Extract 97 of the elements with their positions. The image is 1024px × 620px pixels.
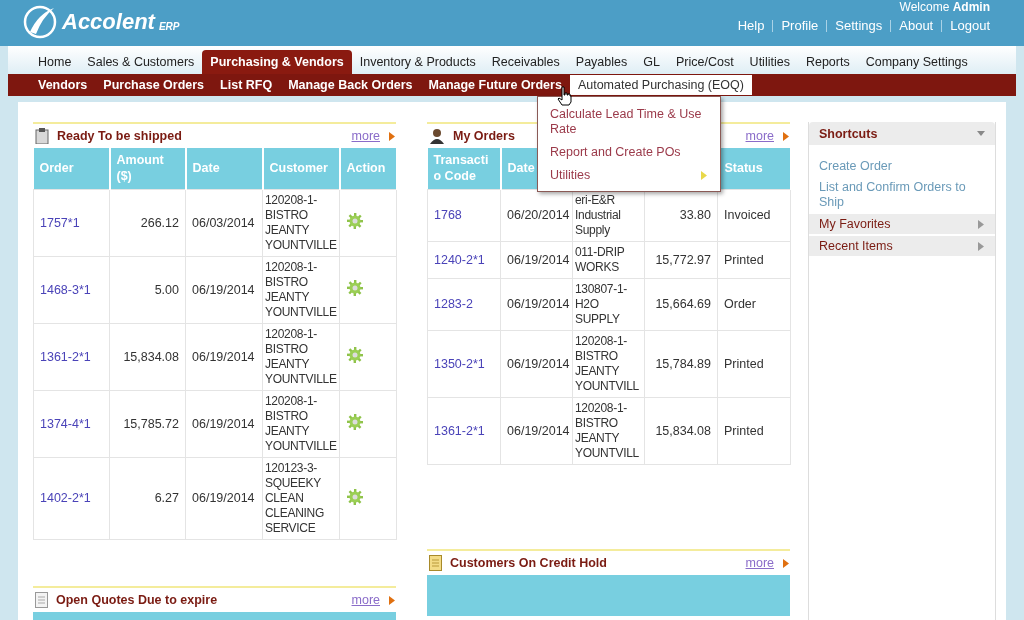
document-icon [35, 592, 48, 608]
column-header: Amount ($) [109, 148, 186, 190]
more-link[interactable]: more [745, 129, 774, 143]
order-link[interactable]: 1283-2 [434, 297, 473, 311]
menu-tab[interactable]: Price/Cost [667, 50, 742, 74]
table-cell: 6.27 [109, 457, 186, 540]
sidebar-section[interactable]: My Favorites [809, 214, 995, 234]
menu-tab[interactable]: Receivables [483, 50, 568, 74]
panel-title: Customers On Credit Hold [450, 556, 608, 570]
gear-icon[interactable] [346, 487, 364, 506]
menu-tab[interactable]: GL [635, 50, 668, 74]
order-link[interactable]: 1468-3*1 [40, 282, 91, 297]
table-cell: 06/19/2014 [185, 390, 263, 458]
menu-tab[interactable]: Home [30, 50, 80, 74]
submenu-item[interactable]: Vendors [30, 75, 96, 95]
order-link[interactable]: 1350-2*1 [434, 356, 485, 371]
logo-icon [22, 4, 58, 40]
notepad-icon [429, 555, 442, 571]
menu-tab[interactable]: Company Settings [857, 50, 976, 74]
table-cell: 06/19/2014 [500, 278, 573, 331]
shortcuts-title: Shortcuts [819, 126, 878, 141]
column-header: Order [33, 148, 110, 190]
arrow-icon [388, 131, 396, 141]
table-cell: Order [717, 278, 791, 331]
table-cell: 06/03/2014 [185, 189, 263, 257]
order-link[interactable]: 1402-2*1 [40, 491, 91, 505]
table-cell: 06/19/2014 [500, 330, 573, 398]
table-cell: 266.12 [109, 189, 186, 257]
column-header: Date [185, 148, 263, 190]
table-cell: Invoiced [717, 189, 791, 242]
order-link[interactable]: 1374-4*1 [40, 416, 91, 431]
table-cell: 120208-1-BISTRO JEANTY YOUNTVILLE [262, 323, 340, 391]
table-cell: 120123-3-SQUEEKY CLEAN CLEANING SERVICE [262, 457, 340, 540]
menu-tab[interactable]: Utilities [741, 50, 798, 74]
menu-tab[interactable]: Reports [797, 50, 858, 74]
table-cell: 120208-1-BISTRO JEANTY YOUNTVILL [572, 397, 645, 465]
column-header: Transactio Code [427, 148, 501, 190]
submenu-item[interactable]: Manage Back Orders [280, 75, 421, 95]
gear-icon[interactable] [346, 413, 364, 431]
table-cell: Printed [717, 397, 791, 465]
order-link[interactable]: 1361-2*1 [434, 423, 485, 438]
panel-title: Ready To be shipped [57, 129, 183, 143]
submenu-item[interactable]: Automated Purchasing (EOQ) [569, 75, 752, 95]
sidebar-section[interactable]: Recent Items [809, 236, 995, 256]
order-link[interactable]: 1361-2*1 [40, 349, 91, 364]
table-cell: 15,772.97 [644, 241, 718, 279]
gear-icon[interactable] [346, 279, 364, 297]
table-cell: 06/19/2014 [185, 323, 263, 391]
panel-title: Open Quotes Due to expire [56, 593, 219, 607]
gear-icon[interactable] [346, 212, 364, 230]
submenu-item[interactable]: List RFQ [212, 75, 281, 95]
more-link[interactable]: more [745, 556, 774, 570]
table-cell: 06/19/2014 [500, 397, 573, 465]
arrow-icon [782, 558, 790, 568]
menu-tab[interactable]: Inventory & Products [351, 50, 484, 74]
table-cell: Printed [717, 241, 791, 279]
welcome-text: Welcome Admin [899, 0, 990, 14]
order-link[interactable]: 1757*1 [40, 215, 80, 230]
arrow-icon [782, 131, 790, 141]
table-cell: 120208-1-BISTRO JEANTY YOUNTVILLE [262, 189, 340, 257]
logo-suffix: ERP [158, 20, 180, 32]
table-cell: 120208-1-BISTRO JEANTY YOUNTVILLE [262, 390, 340, 458]
caret-icon [977, 129, 985, 138]
more-link[interactable]: more [351, 593, 380, 607]
panel-title: My Orders [453, 129, 516, 143]
submenu-arrow-icon [700, 171, 708, 180]
table-cell: 15,664.69 [644, 278, 718, 331]
table-cell: 15,834.08 [644, 397, 718, 465]
table-cell: 011-DRIP WORKS [572, 241, 645, 279]
table-cell: 06/19/2014 [185, 457, 263, 540]
table-cell: 15,834.08 [109, 323, 186, 391]
table-cell: 06/19/2014 [500, 241, 573, 279]
gear-icon[interactable] [346, 346, 364, 364]
arrow-icon [977, 241, 985, 251]
logo-text: Accolent [62, 9, 155, 35]
submenu-item[interactable]: Manage Future Orders [420, 75, 570, 95]
person-icon [429, 128, 445, 144]
more-link[interactable]: more [351, 129, 380, 143]
table-cell: 130807-1-H2O SUPPLY [572, 278, 645, 331]
table-cell: 15,785.72 [109, 390, 186, 458]
table-cell: 5.00 [109, 256, 186, 324]
table-cell: Printed [717, 330, 791, 398]
arrow-icon [977, 219, 985, 229]
table-cell: 15,784.89 [644, 330, 718, 398]
column-header: Customer [262, 148, 340, 190]
submenu-item[interactable]: Purchase Orders [95, 75, 213, 95]
menu-item[interactable]: Calculate Lead Time & Use Rate [538, 103, 720, 141]
table-cell: 06/19/2014 [185, 256, 263, 324]
menu-tab[interactable]: Purchasing & Vendors [202, 50, 352, 74]
arrow-icon [388, 595, 396, 605]
menu-tab[interactable]: Payables [567, 50, 636, 74]
table-cell: 120208-1-BISTRO JEANTY YOUNTVILLE [262, 256, 340, 324]
column-header: Action [339, 148, 397, 190]
table-cell: 120208-1-BISTRO JEANTY YOUNTVILL [572, 330, 645, 398]
order-link[interactable]: 1768 [434, 208, 462, 222]
menu-tab[interactable]: Sales & Customers [79, 50, 203, 74]
clipboard-icon [35, 128, 49, 144]
